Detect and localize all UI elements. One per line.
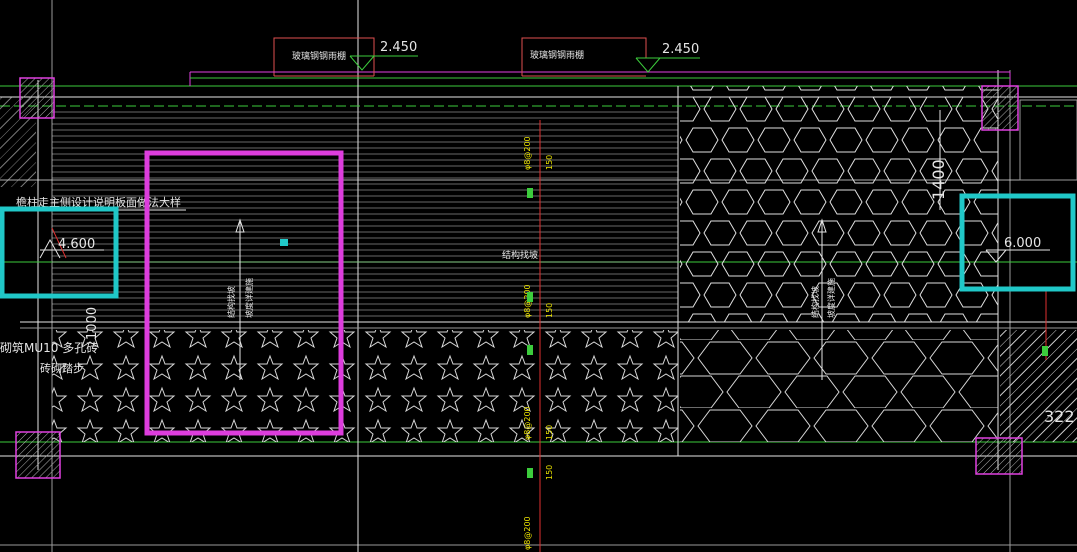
column-top-right — [981, 85, 1019, 131]
star-hatch-mid — [358, 330, 678, 442]
note-left-bottom-2: 砖砌踏步 — [40, 361, 84, 375]
canopy-box-left — [189, 37, 1011, 86]
vertical-label-left-2: 坡度详建施 — [244, 278, 254, 318]
elevation-marker-top-right — [635, 57, 700, 73]
hatch-right-wall — [1019, 99, 1077, 181]
elevation-right: 6.000 — [1004, 236, 1041, 251]
elevation-top-right: 2.450 — [662, 42, 699, 57]
column-top-left — [19, 77, 55, 119]
note-left-bottom-1: 砌筑MU10 多孔砖 — [0, 340, 98, 355]
elevation-top-left: 2.450 — [380, 40, 417, 55]
hex-hatch-lower — [680, 330, 998, 442]
cyan-marker-dot — [280, 239, 288, 246]
svg-text:150: 150 — [545, 465, 554, 480]
column-bottom-left — [15, 431, 61, 479]
svg-text:150: 150 — [545, 425, 554, 440]
canopy-label-right: 玻璃钢钢雨棚 — [530, 49, 584, 61]
vertical-label-right-2: 坡度详建施 — [826, 278, 836, 318]
canopy-label-left: 玻璃钢钢雨棚 — [292, 50, 346, 62]
left-vertical-dim: 1000 — [85, 307, 100, 340]
svg-text:150: 150 — [545, 303, 554, 318]
elevation-left: 4.600 — [58, 237, 95, 252]
rebar-callout-4: φ8@200 150 — [523, 465, 554, 550]
svg-text:φ8@200: φ8@200 — [523, 136, 532, 170]
svg-text:φ8@200: φ8@200 — [523, 516, 532, 550]
rebar-callout-2: φ8@200 150 — [523, 284, 554, 318]
right-vertical-dim: 1400 — [929, 159, 948, 200]
hex-hatch-upper — [680, 86, 998, 322]
center-label: 结构找坡 — [502, 249, 538, 261]
cad-drawing-canvas: 玻璃钢钢雨棚 2.450 玻璃钢钢雨棚 2.450 檐柱走主侧设计说明板面做法大… — [0, 0, 1077, 552]
vertical-label-left-1: 结构找坡 — [226, 286, 236, 318]
rebar-callout-1: φ8@200 150 — [523, 136, 554, 198]
svg-text:150: 150 — [545, 155, 554, 170]
elevation-marker-top-left — [349, 55, 418, 71]
vertical-label-right-1: 结构找坡 — [810, 286, 820, 318]
rebar-callout-right — [1042, 290, 1048, 360]
highlight-box-cyan-left[interactable] — [0, 206, 119, 299]
svg-text:φ8@200: φ8@200 — [523, 406, 532, 440]
column-bottom-right — [975, 437, 1023, 475]
partial-dim-right: 322 — [1044, 407, 1075, 426]
